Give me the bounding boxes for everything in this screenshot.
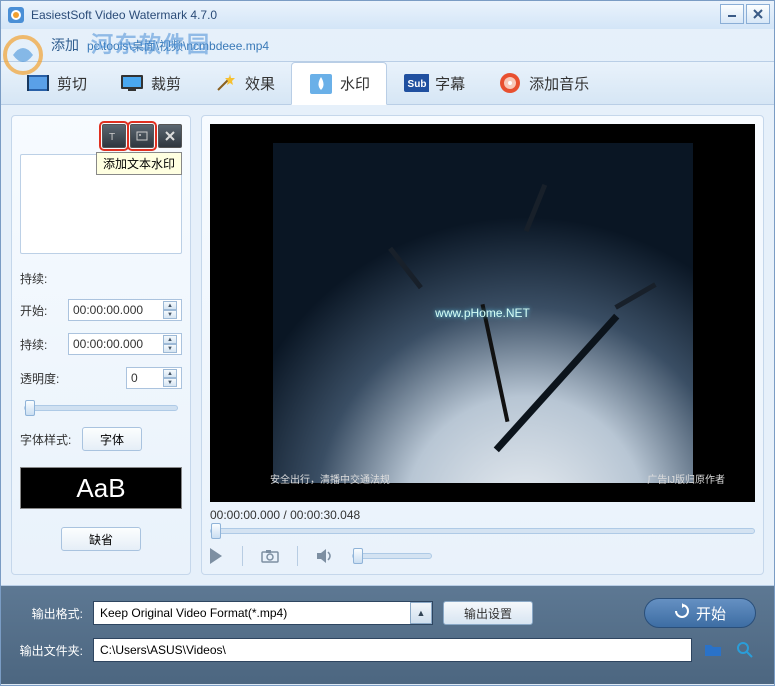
format-value: Keep Original Video Format(*.mp4) bbox=[100, 606, 287, 620]
film-icon bbox=[25, 72, 51, 94]
start-label: 开始: bbox=[20, 302, 62, 319]
time-total: 00:00:30.048 bbox=[290, 508, 360, 522]
folder-icon[interactable] bbox=[702, 639, 724, 661]
subheader: 添加 pc\tools\桌面\视频\ncmbdeee.mp4 河东软件园 bbox=[1, 29, 774, 61]
wand-icon bbox=[213, 72, 239, 94]
duration2-label: 持续: bbox=[20, 336, 62, 353]
tabbar: 剪切 裁剪 效果 水印 Sub 字幕 添加音乐 bbox=[1, 61, 774, 105]
seek-slider[interactable] bbox=[210, 528, 755, 534]
tooltip: 添加文本水印 bbox=[96, 152, 182, 175]
tab-cut[interactable]: 剪切 bbox=[9, 62, 103, 104]
tab-subtitle[interactable]: Sub 字幕 bbox=[387, 62, 481, 104]
subtitle-icon: Sub bbox=[403, 72, 429, 94]
output-settings-button[interactable]: 输出设置 bbox=[443, 601, 533, 625]
start-time-value: 00:00:00.000 bbox=[73, 303, 143, 317]
time-current: 00:00:00.000 bbox=[210, 508, 280, 522]
duration-time-input[interactable]: 00:00:00.000 ▲▼ bbox=[68, 333, 182, 355]
overlay-site-watermark: 河东软件园 bbox=[91, 27, 211, 59]
window-title: EasiestSoft Video Watermark 4.7.0 bbox=[31, 8, 217, 22]
tab-effect[interactable]: 效果 bbox=[197, 62, 291, 104]
left-panel: T 添加文本水印 持续: 开始: 00:00:00.000 ▲▼ 持续: 00:… bbox=[11, 115, 191, 575]
volume-slider[interactable] bbox=[352, 553, 432, 559]
svg-text:T: T bbox=[109, 132, 115, 143]
delete-watermark-button[interactable] bbox=[158, 124, 182, 148]
format-select[interactable]: Keep Original Video Format(*.mp4) ▲ bbox=[93, 601, 433, 625]
start-label: 开始 bbox=[696, 603, 726, 624]
duration-time-value: 00:00:00.000 bbox=[73, 337, 143, 351]
spinner-up-button[interactable]: ▲ bbox=[163, 369, 177, 378]
play-button[interactable] bbox=[210, 548, 224, 564]
tab-label: 字幕 bbox=[435, 73, 465, 94]
svg-text:Sub: Sub bbox=[408, 79, 427, 90]
opacity-slider[interactable] bbox=[24, 405, 178, 411]
video-caption-right: 广告IJ版归原作者 bbox=[647, 471, 725, 486]
opacity-label: 透明度: bbox=[20, 370, 62, 387]
volume-thumb[interactable] bbox=[353, 548, 363, 564]
tab-label: 效果 bbox=[245, 73, 275, 94]
refresh-icon bbox=[674, 603, 690, 623]
spinner-down-button[interactable]: ▼ bbox=[163, 378, 177, 387]
tab-label: 添加音乐 bbox=[529, 73, 589, 94]
start-button[interactable]: 开始 bbox=[644, 598, 756, 628]
font-button[interactable]: 字体 bbox=[82, 427, 142, 451]
opacity-value: 0 bbox=[131, 371, 138, 385]
video-center-watermark: www.pHome.NET bbox=[435, 306, 530, 320]
minimize-button[interactable] bbox=[720, 4, 744, 24]
duration1-label: 持续: bbox=[20, 270, 62, 287]
tab-crop[interactable]: 裁剪 bbox=[103, 62, 197, 104]
font-preview: AaB bbox=[20, 467, 182, 509]
tab-watermark[interactable]: 水印 bbox=[291, 62, 387, 105]
default-button[interactable]: 缺省 bbox=[61, 527, 141, 551]
tab-label: 剪切 bbox=[57, 73, 87, 94]
tab-label: 裁剪 bbox=[151, 73, 181, 94]
opacity-input[interactable]: 0 ▲▼ bbox=[126, 367, 182, 389]
chevron-up-icon[interactable]: ▲ bbox=[410, 602, 432, 624]
video-caption-left: 安全出行，清播中交通法规 bbox=[270, 471, 390, 486]
folder-label: 输出文件夹: bbox=[19, 642, 83, 659]
droplet-icon bbox=[308, 73, 334, 95]
spinner-up-button[interactable]: ▲ bbox=[163, 335, 177, 344]
format-label: 输出格式: bbox=[19, 605, 83, 622]
disc-icon bbox=[497, 72, 523, 94]
add-label: 添加 bbox=[51, 35, 79, 55]
snapshot-button[interactable] bbox=[261, 549, 279, 563]
search-icon[interactable] bbox=[734, 639, 756, 661]
bottom-panel: 输出格式: Keep Original Video Format(*.mp4) … bbox=[1, 585, 774, 684]
seek-thumb[interactable] bbox=[211, 523, 221, 539]
divider bbox=[242, 546, 243, 566]
close-button[interactable] bbox=[746, 4, 770, 24]
fontstyle-label: 字体样式: bbox=[20, 431, 76, 448]
spinner-up-button[interactable]: ▲ bbox=[163, 301, 177, 310]
add-image-watermark-button[interactable] bbox=[130, 124, 154, 148]
output-folder-input[interactable]: C:\Users\ASUS\Videos\ bbox=[93, 638, 692, 662]
add-text-watermark-button[interactable]: T bbox=[102, 124, 126, 148]
folder-value: C:\Users\ASUS\Videos\ bbox=[100, 643, 226, 657]
volume-button[interactable] bbox=[316, 548, 334, 564]
time-display: 00:00:00.000 / 00:00:30.048 bbox=[210, 508, 755, 522]
titlebar: EasiestSoft Video Watermark 4.7.0 bbox=[1, 1, 774, 29]
spinner-down-button[interactable]: ▼ bbox=[163, 344, 177, 353]
slider-thumb[interactable] bbox=[25, 400, 35, 416]
divider bbox=[297, 546, 298, 566]
start-time-input[interactable]: 00:00:00.000 ▲▼ bbox=[68, 299, 182, 321]
tab-music[interactable]: 添加音乐 bbox=[481, 62, 605, 104]
monitor-icon bbox=[119, 72, 145, 94]
spinner-down-button[interactable]: ▼ bbox=[163, 310, 177, 319]
video-view[interactable]: www.pHome.NET 安全出行，清播中交通法规 广告IJ版归原作者 bbox=[210, 124, 755, 502]
tab-label: 水印 bbox=[340, 73, 370, 94]
right-panel: www.pHome.NET 安全出行，清播中交通法规 广告IJ版归原作者 00:… bbox=[201, 115, 764, 575]
app-icon bbox=[7, 6, 25, 24]
